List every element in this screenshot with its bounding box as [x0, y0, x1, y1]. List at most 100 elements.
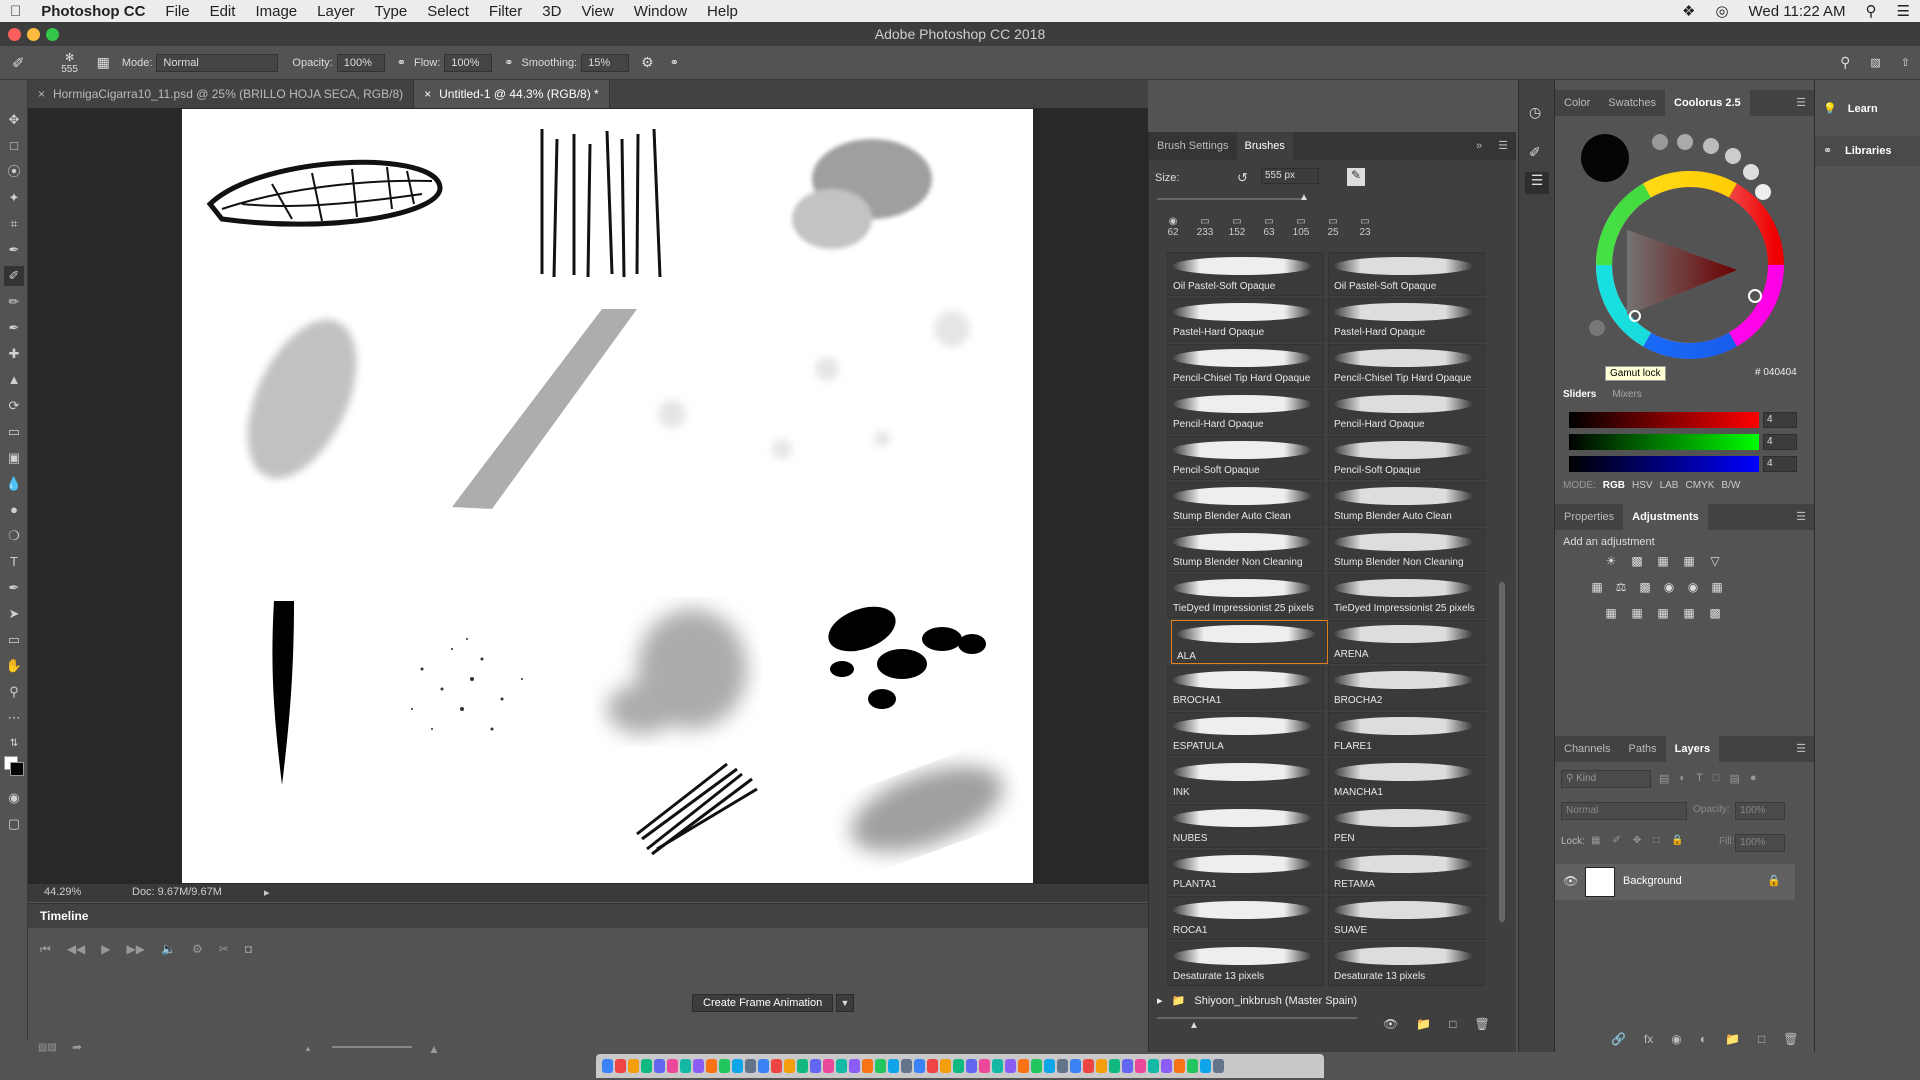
first-frame-icon[interactable]: ⏮ — [40, 942, 51, 957]
size-slider-handle[interactable]: ▲ — [1299, 192, 1309, 203]
dock-app-icon[interactable] — [641, 1059, 652, 1073]
tab-layers[interactable]: Layers — [1665, 736, 1720, 762]
brush-tool-icon[interactable]: ✐ — [4, 266, 24, 286]
shape-tool-icon[interactable]: ▭ — [4, 630, 24, 650]
dock-app-icon[interactable] — [797, 1059, 808, 1073]
menu-photoshop[interactable]: Photoshop CC — [31, 3, 155, 20]
adjustment-filter-icon[interactable]: ◐ — [1679, 772, 1686, 785]
red-slider[interactable] — [1569, 412, 1759, 428]
smart-object-filter-icon[interactable]: ▤ — [1729, 772, 1739, 785]
mode-rgb[interactable]: RGB — [1603, 480, 1625, 491]
dock-app-icon[interactable] — [927, 1059, 938, 1073]
brush-item[interactable]: SUAVE — [1328, 896, 1485, 940]
menu-type[interactable]: Type — [365, 3, 418, 20]
eyedropper-tool-icon[interactable]: ✒ — [4, 240, 24, 260]
dock-app-icon[interactable] — [1161, 1059, 1172, 1073]
dock-app-icon[interactable] — [1031, 1059, 1042, 1073]
zoom-level[interactable]: 44.29% — [44, 886, 81, 898]
panel-menu-icon[interactable]: ☰ — [1787, 90, 1815, 116]
mode-bw[interactable]: B/W — [1721, 480, 1740, 491]
flow-input[interactable]: 100% — [444, 53, 493, 72]
delete-layer-icon[interactable]: 🗑 — [1783, 1032, 1798, 1046]
fill-input[interactable]: 100% — [1735, 834, 1785, 852]
audio-icon[interactable]: 🔈 — [161, 942, 176, 957]
menu-help[interactable]: Help — [697, 3, 748, 20]
blue-slider[interactable] — [1569, 456, 1759, 472]
brush-item[interactable]: TieDyed Impressionist 25 pixels — [1328, 574, 1485, 618]
smoothing-input[interactable]: 15% — [581, 53, 630, 72]
thumb-size-slider[interactable] — [1157, 1017, 1357, 1019]
menu-select[interactable]: Select — [417, 3, 479, 20]
new-group-icon[interactable]: 📁 — [1725, 1032, 1740, 1046]
tab-adjustments[interactable]: Adjustments — [1623, 504, 1708, 530]
move-tool-icon[interactable]: ✥ — [4, 110, 24, 130]
brush-item[interactable]: ROCA1 — [1167, 896, 1324, 940]
adjust-panel-icon[interactable]: ☰ — [1525, 172, 1549, 194]
brush-item[interactable]: PEN — [1328, 804, 1485, 848]
filter-toggle-icon[interactable]: ● — [1750, 772, 1757, 785]
panel-menu-icon[interactable]: ☰ — [1490, 132, 1516, 160]
brush-item[interactable]: Oil Pastel-Soft Opaque — [1328, 252, 1485, 296]
preset-item[interactable]: ▭ 63 — [1253, 216, 1285, 238]
invert-icon[interactable]: ▦ — [1603, 606, 1619, 620]
brush-item[interactable]: MANCHA1 — [1328, 758, 1485, 802]
brush-item[interactable]: BROCHA1 — [1167, 666, 1324, 710]
dock-app-icon[interactable] — [758, 1059, 769, 1073]
threshold-icon[interactable]: ▦ — [1655, 606, 1671, 620]
pencil-tool-icon[interactable]: ✏ — [4, 292, 24, 312]
close-tab-icon[interactable]: × — [38, 87, 45, 101]
close-window-button[interactable] — [8, 28, 21, 41]
dock-app-icon[interactable] — [849, 1059, 860, 1073]
brush-item[interactable]: Stump Blender Auto Clean — [1167, 482, 1324, 526]
search-icon[interactable]: ⚲ — [1840, 54, 1850, 71]
size-slider[interactable] — [1157, 198, 1307, 200]
mode-hsv[interactable]: HSV — [1632, 480, 1653, 491]
3d-tool-icon[interactable]: ❍ — [4, 526, 24, 546]
dock-app-icon[interactable] — [732, 1059, 743, 1073]
brush-item[interactable]: BROCHA2 — [1328, 666, 1485, 710]
clock[interactable]: Wed 11:22 AM — [1739, 3, 1856, 20]
lock-transparency-icon[interactable]: ▦ — [1591, 835, 1600, 846]
split-icon[interactable]: ✂ — [219, 942, 229, 957]
dock-app-icon[interactable] — [1005, 1059, 1016, 1073]
dock-app-icon[interactable] — [615, 1059, 626, 1073]
timeline-zoom-slider[interactable] — [332, 1046, 412, 1048]
brush-item[interactable]: Stump Blender Non Cleaning — [1328, 528, 1485, 572]
preset-item[interactable]: ▭ 152 — [1221, 216, 1253, 238]
dock-app-icon[interactable] — [1109, 1059, 1120, 1073]
tab-coolorus[interactable]: Coolorus 2.5 — [1665, 90, 1750, 116]
link-layers-icon[interactable]: 🔗 — [1611, 1032, 1626, 1046]
tab-brushes[interactable]: Brushes — [1236, 132, 1293, 160]
brush-list-scrollbar[interactable] — [1499, 582, 1505, 922]
fx-icon[interactable]: fx — [1644, 1032, 1653, 1046]
play-icon[interactable]: ▶ — [101, 942, 110, 957]
shape-filter-icon[interactable]: □ — [1713, 772, 1720, 785]
brush-item[interactable]: Stump Blender Non Cleaning — [1167, 528, 1324, 572]
dock-app-icon[interactable] — [992, 1059, 1003, 1073]
dock-app-icon[interactable] — [706, 1059, 717, 1073]
brightness-icon[interactable]: ☀ — [1603, 554, 1619, 568]
transition-icon[interactable]: ◘ — [245, 942, 252, 957]
brush-settings-icon[interactable]: ✐ — [1529, 144, 1541, 161]
brush-item[interactable]: Pencil-Chisel Tip Hard Opaque — [1167, 344, 1324, 388]
dock-app-icon[interactable] — [836, 1059, 847, 1073]
mode-lab[interactable]: LAB — [1660, 480, 1679, 491]
hex-value[interactable]: # 040404 — [1755, 367, 1797, 378]
add-mask-icon[interactable]: ◉ — [1671, 1032, 1681, 1046]
history-icon[interactable]: ◷ — [1529, 104, 1541, 121]
smoothing-gear-icon[interactable]: ⚙ — [641, 54, 654, 71]
zoom-window-button[interactable] — [46, 28, 59, 41]
menu-window[interactable]: Window — [624, 3, 697, 20]
workspace-icon[interactable]: ▧ — [1870, 56, 1880, 69]
tab-sliders[interactable]: Sliders — [1555, 385, 1604, 404]
dock-app-icon[interactable] — [888, 1059, 899, 1073]
dock-app-icon[interactable] — [914, 1059, 925, 1073]
hue-saturation-icon[interactable]: ▦ — [1589, 580, 1605, 594]
dock-app-icon[interactable] — [1083, 1059, 1094, 1073]
brush-item[interactable]: Pencil-Soft Opaque — [1167, 436, 1324, 480]
artboard-icon[interactable]: □ — [1653, 835, 1659, 846]
zoom-out-icon[interactable]: ▲ — [304, 1044, 314, 1053]
brush-item[interactable]: Pencil-Hard Opaque — [1328, 390, 1485, 434]
trash-icon[interactable]: 🗑 — [1474, 1017, 1489, 1031]
green-value[interactable]: 4 — [1763, 434, 1797, 450]
